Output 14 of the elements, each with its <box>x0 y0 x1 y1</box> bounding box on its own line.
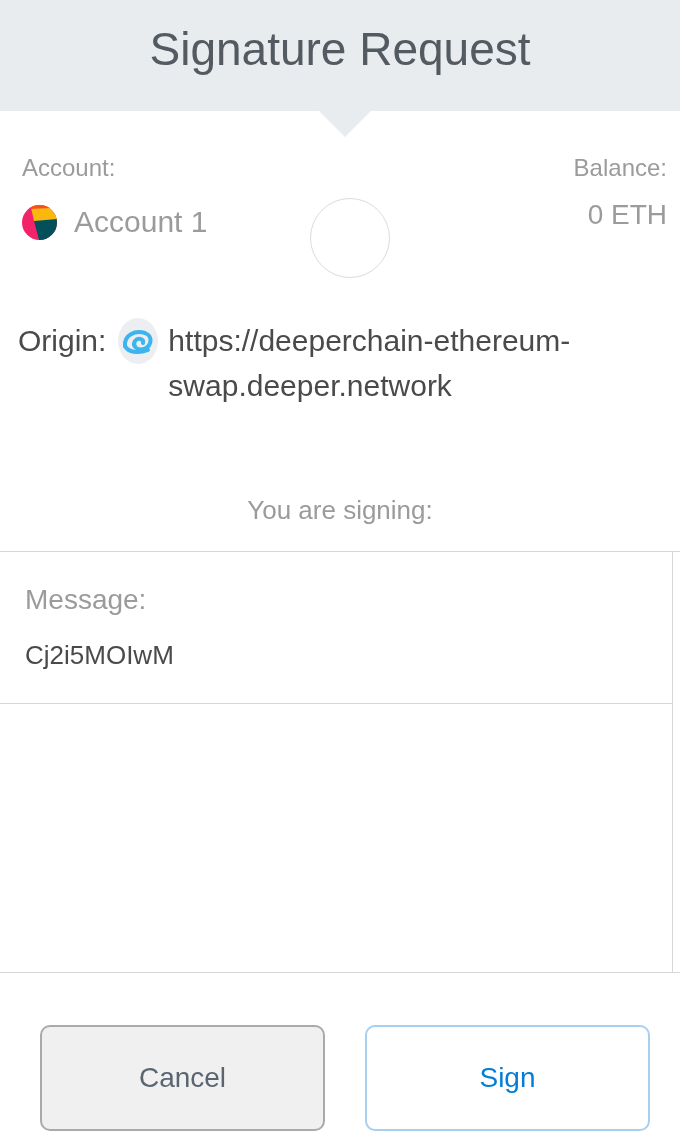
balance-label: Balance: <box>573 153 667 183</box>
message-text: Cj2i5MOIwM <box>25 639 174 672</box>
message-label: Message: <box>25 583 147 617</box>
page-title: Signature Request <box>149 21 531 77</box>
origin-label: Origin: <box>18 323 107 359</box>
origin-url: https://deeperchain-ethereum-swap.deeper.network <box>168 323 572 404</box>
avatar-icon <box>22 204 57 240</box>
balance-value: 0 ETH <box>587 198 667 232</box>
account-label: Account: <box>22 153 116 183</box>
signing-label: You are signing: <box>247 494 433 527</box>
swirl-icon <box>118 318 159 364</box>
account-name: Account 1 <box>74 204 208 240</box>
cancel-button[interactable]: Cancel <box>40 1025 325 1131</box>
sign-button[interactable]: Sign <box>365 1025 650 1131</box>
